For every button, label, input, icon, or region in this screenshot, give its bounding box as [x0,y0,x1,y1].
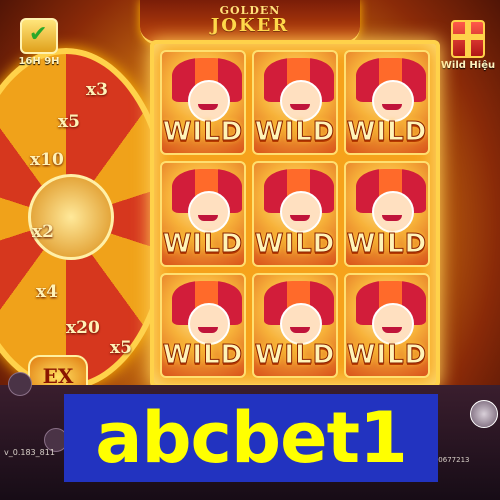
version-text: v_0.183_811 [4,448,55,457]
wheel-multiplier: x2 [32,222,54,242]
reel-cell: WILD [344,50,430,156]
game-screen: x3 x5 x10 x2 x4 x20 x5 GOLDEN JOKER 16H … [0,0,500,500]
joker-face-icon [188,302,230,345]
reel-grid: WILD WILD WILD WILD WILD WILD WILD WILD … [150,40,440,388]
wild-symbol: WILD [162,117,244,148]
joker-face-icon [372,302,414,345]
wheel-multiplier: x5 [110,338,132,358]
daily-bonus-label: 16H 9H [18,56,60,67]
gift-badge[interactable]: Wild Hiệu [440,20,496,71]
wheel-hub [28,174,114,260]
game-title-banner: GOLDEN JOKER [140,0,360,45]
wild-symbol: WILD [346,340,428,371]
wild-symbol: WILD [162,340,244,371]
reel-cell: WILD [252,161,338,267]
spin-button[interactable] [470,400,498,428]
joker-face-icon [372,191,414,234]
joker-face-icon [188,191,230,234]
checkmark-icon [20,18,58,54]
wild-symbol: WILD [162,228,244,259]
game-title: JOKER [210,15,290,36]
reel-cell: WILD [252,272,338,378]
joker-face-icon [280,302,322,345]
reel-cell: WILD [160,272,246,378]
reel-cell: WILD [160,161,246,267]
wild-symbol: WILD [254,340,336,371]
wheel-multiplier: x10 [30,150,64,170]
wild-symbol: WILD [346,117,428,148]
reel-cell: WILD [344,272,430,378]
wheel-multiplier: x20 [66,318,100,338]
wild-symbol: WILD [254,117,336,148]
joker-face-icon [372,80,414,122]
joker-face-icon [280,191,322,234]
menu-icon[interactable] [8,372,32,396]
wheel-multiplier: x4 [36,282,58,302]
reel-cell: WILD [252,50,338,156]
reel-cell: WILD [344,161,430,267]
gift-icon [451,20,485,58]
reel-cell: WILD [160,50,246,156]
wild-symbol: WILD [254,228,336,259]
joker-face-icon [280,80,322,122]
daily-bonus-badge[interactable]: 16H 9H [14,18,64,67]
wheel-multiplier: x5 [58,112,80,132]
brand-overlay-text: abcbet1 [95,397,408,479]
wheel-multiplier: x3 [86,80,108,100]
gift-label: Wild Hiệu [440,60,496,71]
joker-face-icon [188,80,230,122]
wild-symbol: WILD [346,228,428,259]
